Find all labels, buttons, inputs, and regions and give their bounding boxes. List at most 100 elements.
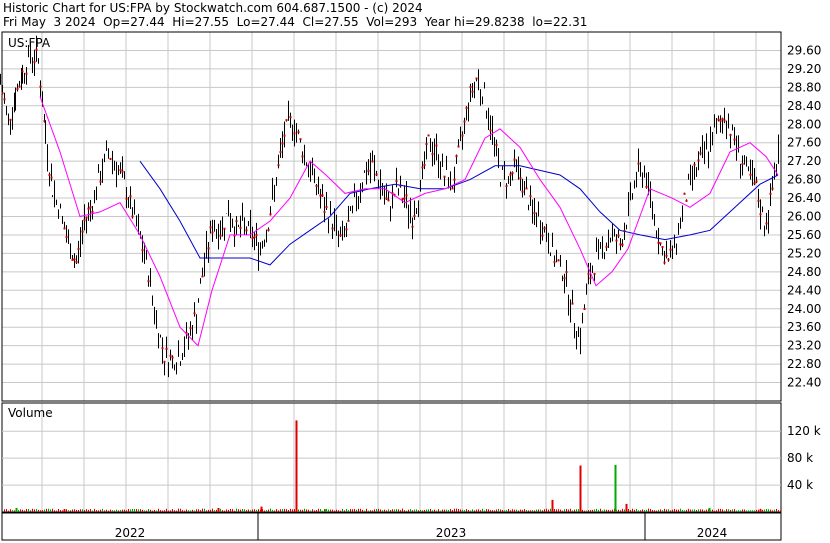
close-marker [543, 227, 546, 230]
close-marker [89, 206, 92, 209]
close-marker [741, 162, 744, 165]
close-marker [289, 116, 292, 119]
close-marker [267, 229, 270, 232]
close-marker [345, 228, 348, 231]
price-tick-label: 26.00 [787, 210, 821, 224]
close-marker [683, 192, 686, 195]
volume-panel-title: Volume [8, 406, 53, 420]
close-marker [293, 132, 296, 135]
x-axis-year-label: 2024 [697, 526, 728, 540]
close-marker [521, 190, 524, 193]
close-marker [513, 158, 516, 161]
close-marker [401, 197, 404, 200]
close-marker [63, 227, 66, 230]
close-marker [301, 155, 304, 158]
close-marker [71, 258, 74, 261]
close-marker [475, 77, 478, 80]
close-marker [323, 210, 326, 213]
close-marker [617, 234, 620, 237]
volume-tick-label: 120 k [787, 424, 821, 438]
close-marker [657, 241, 660, 244]
close-marker [65, 236, 68, 239]
close-marker [645, 185, 648, 188]
close-marker [757, 199, 760, 202]
close-marker [461, 134, 464, 137]
close-marker [279, 151, 282, 154]
close-marker [565, 271, 568, 274]
close-marker [755, 180, 758, 183]
close-marker [171, 356, 174, 359]
close-marker [541, 234, 544, 237]
close-marker [571, 302, 574, 305]
price-tick-label: 27.60 [787, 136, 821, 150]
close-marker [431, 153, 434, 156]
close-marker [129, 195, 132, 198]
close-marker [661, 246, 664, 249]
close-marker [109, 157, 112, 160]
close-marker [99, 180, 102, 183]
price-tick-label: 29.20 [787, 62, 821, 76]
close-marker [453, 178, 456, 181]
close-marker [621, 243, 624, 246]
close-marker [87, 207, 90, 210]
close-marker [667, 258, 670, 261]
price-tick-label: 22.80 [787, 357, 821, 371]
close-marker [533, 212, 536, 215]
close-marker [319, 194, 322, 197]
close-marker [505, 185, 508, 188]
close-marker [405, 194, 408, 197]
close-marker [421, 166, 424, 169]
close-marker [347, 219, 350, 222]
price-tick-label: 28.00 [787, 117, 821, 131]
price-tick-label: 29.60 [787, 43, 821, 57]
close-marker [161, 347, 164, 350]
close-marker [25, 72, 28, 75]
close-marker [325, 206, 328, 209]
close-marker [463, 120, 466, 123]
price-tick-label: 23.60 [787, 320, 821, 334]
price-tick-label: 22.40 [787, 376, 821, 390]
close-marker [299, 138, 302, 141]
close-marker [39, 85, 42, 88]
close-marker [693, 163, 696, 166]
close-marker [35, 48, 38, 51]
price-tick-label: 26.40 [787, 191, 821, 205]
close-marker [50, 176, 53, 179]
price-tick-label: 28.40 [787, 99, 821, 113]
close-marker [717, 118, 720, 121]
close-marker [119, 169, 122, 172]
close-marker [425, 143, 428, 146]
close-marker [443, 175, 446, 178]
close-marker [163, 360, 166, 363]
close-marker [589, 277, 592, 280]
price-tick-label: 27.20 [787, 154, 821, 168]
close-marker [33, 61, 36, 64]
close-marker [519, 177, 522, 180]
close-marker [471, 90, 474, 93]
close-marker [235, 220, 238, 223]
close-marker [297, 131, 300, 134]
close-marker [699, 152, 702, 155]
close-marker [1, 92, 4, 95]
close-marker [77, 247, 80, 250]
close-marker [553, 261, 556, 264]
close-marker [435, 144, 438, 147]
close-marker [339, 234, 342, 237]
close-marker [189, 327, 192, 330]
price-tick-label: 24.40 [787, 283, 821, 297]
close-marker [395, 180, 398, 183]
close-marker [125, 197, 128, 200]
close-marker [193, 312, 196, 315]
close-marker [563, 277, 566, 280]
close-marker [619, 243, 622, 246]
close-marker [529, 195, 532, 198]
close-marker [239, 226, 242, 229]
close-marker [583, 307, 586, 310]
close-marker [525, 187, 528, 190]
price-tick-label: 25.60 [787, 228, 821, 242]
close-marker [269, 213, 272, 216]
close-marker [16, 88, 19, 91]
close-marker [771, 187, 774, 190]
close-marker [663, 261, 666, 264]
close-marker [423, 164, 426, 167]
